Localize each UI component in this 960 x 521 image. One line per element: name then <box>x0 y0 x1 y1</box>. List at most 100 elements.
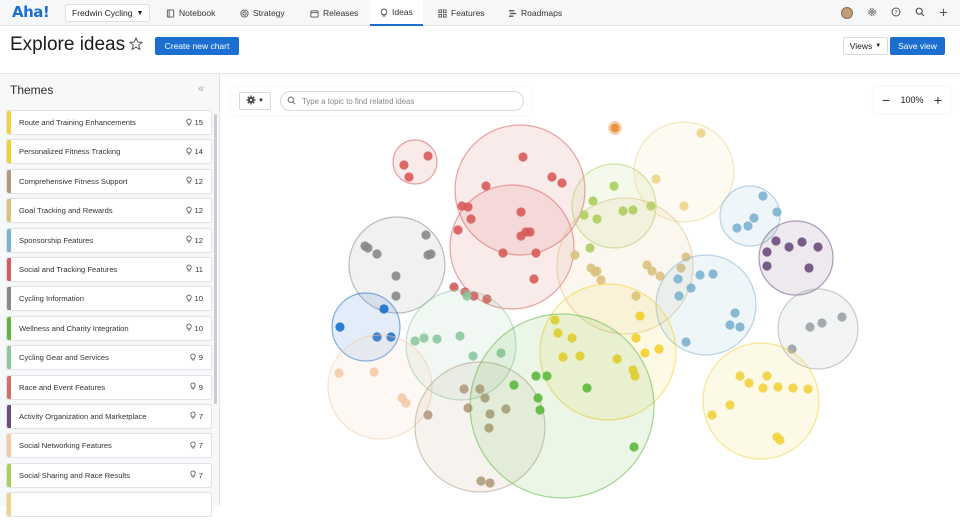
idea-dot[interactable] <box>837 312 847 322</box>
idea-dot[interactable] <box>529 274 539 284</box>
idea-dot[interactable] <box>391 271 401 281</box>
idea-dot[interactable] <box>421 230 431 240</box>
idea-dot[interactable] <box>629 442 639 452</box>
idea-dot[interactable] <box>610 123 620 133</box>
idea-dot[interactable] <box>744 378 754 388</box>
idea-dot[interactable] <box>369 367 379 377</box>
idea-cluster[interactable] <box>758 220 834 296</box>
idea-dot[interactable] <box>423 410 433 420</box>
cluster-bubble[interactable] <box>702 342 820 460</box>
idea-dot[interactable] <box>509 380 519 390</box>
cluster-bubble[interactable] <box>469 313 655 499</box>
idea-dot[interactable] <box>725 320 735 330</box>
idea-dot[interactable] <box>772 207 782 217</box>
idea-dot[interactable] <box>804 263 814 273</box>
idea-dot[interactable] <box>707 410 717 420</box>
idea-dot[interactable] <box>372 249 382 259</box>
idea-dot[interactable] <box>485 478 495 488</box>
idea-dot[interactable] <box>788 383 798 393</box>
idea-dot[interactable] <box>762 261 772 271</box>
idea-dot[interactable] <box>674 291 684 301</box>
idea-dot[interactable] <box>708 269 718 279</box>
idea-dot[interactable] <box>758 383 768 393</box>
idea-dot[interactable] <box>334 368 344 378</box>
idea-dot[interactable] <box>725 400 735 410</box>
cluster-bubble[interactable] <box>758 220 834 296</box>
idea-dot[interactable] <box>762 247 772 257</box>
gear-icon <box>246 92 256 110</box>
idea-dot[interactable] <box>462 291 472 301</box>
idea-dot[interactable] <box>335 322 345 332</box>
idea-dot[interactable] <box>654 344 664 354</box>
idea-bubble-chart <box>327 121 859 499</box>
idea-dot[interactable] <box>542 371 552 381</box>
topic-search-input[interactable] <box>302 96 502 106</box>
idea-dot[interactable] <box>531 371 541 381</box>
idea-dot[interactable] <box>732 223 742 233</box>
cluster-bubble[interactable] <box>392 139 438 185</box>
idea-dot[interactable] <box>817 318 827 328</box>
idea-dot[interactable] <box>459 384 469 394</box>
idea-dot[interactable] <box>570 250 580 260</box>
idea-dot[interactable] <box>775 435 785 445</box>
idea-dot[interactable] <box>797 237 807 247</box>
idea-dot[interactable] <box>557 178 567 188</box>
idea-dot[interactable] <box>401 398 411 408</box>
idea-dot[interactable] <box>771 236 781 246</box>
idea-dot[interactable] <box>468 351 478 361</box>
idea-dot[interactable] <box>410 336 420 346</box>
idea-dot[interactable] <box>498 248 508 258</box>
idea-dot[interactable] <box>803 384 813 394</box>
zoom-in-button[interactable]: + <box>934 93 942 107</box>
idea-dot[interactable] <box>686 283 696 293</box>
idea-dot[interactable] <box>582 383 592 393</box>
idea-dot[interactable] <box>784 242 794 252</box>
idea-dot[interactable] <box>773 382 783 392</box>
idea-dot[interactable] <box>533 393 543 403</box>
idea-dot[interactable] <box>609 181 619 191</box>
idea-dot[interactable] <box>640 348 650 358</box>
idea-dot[interactable] <box>735 371 745 381</box>
idea-dot[interactable] <box>679 201 689 211</box>
idea-dot[interactable] <box>391 291 401 301</box>
idea-dot[interactable] <box>535 405 545 415</box>
idea-dot[interactable] <box>631 333 641 343</box>
idea-dot[interactable] <box>531 248 541 258</box>
zoom-level: 100% <box>900 95 924 105</box>
idea-dot[interactable] <box>673 274 683 284</box>
idea-dot[interactable] <box>590 267 600 277</box>
idea-dot[interactable] <box>363 243 373 253</box>
idea-dot[interactable] <box>455 331 465 341</box>
idea-dot[interactable] <box>758 191 768 201</box>
idea-dot[interactable] <box>596 275 606 285</box>
idea-dot[interactable] <box>651 174 661 184</box>
idea-dot[interactable] <box>805 322 815 332</box>
idea-dot[interactable] <box>762 371 772 381</box>
idea-dot[interactable] <box>749 213 759 223</box>
idea-dot[interactable] <box>399 160 409 170</box>
idea-dot[interactable] <box>423 151 433 161</box>
idea-cluster[interactable] <box>469 313 655 499</box>
idea-cluster[interactable] <box>702 342 820 460</box>
idea-dot[interactable] <box>423 250 433 260</box>
idea-dot[interactable] <box>743 221 753 231</box>
idea-dot[interactable] <box>696 128 706 138</box>
idea-dot[interactable] <box>404 172 414 182</box>
idea-dot[interactable] <box>518 152 528 162</box>
idea-dot[interactable] <box>647 266 657 276</box>
idea-dot[interactable] <box>730 308 740 318</box>
idea-dot[interactable] <box>681 337 691 347</box>
idea-dot[interactable] <box>379 304 389 314</box>
idea-cluster[interactable] <box>392 139 438 185</box>
idea-dot[interactable] <box>813 242 823 252</box>
idea-dot[interactable] <box>419 333 429 343</box>
idea-dot[interactable] <box>635 311 645 321</box>
idea-dot[interactable] <box>432 334 442 344</box>
idea-dot[interactable] <box>695 270 705 280</box>
idea-dot[interactable] <box>547 172 557 182</box>
idea-dot[interactable] <box>735 322 745 332</box>
chart-settings-button[interactable]: ▼ <box>239 92 271 110</box>
idea-cluster[interactable] <box>608 121 622 135</box>
zoom-out-button[interactable]: − <box>882 93 890 107</box>
idea-dot[interactable] <box>476 476 486 486</box>
